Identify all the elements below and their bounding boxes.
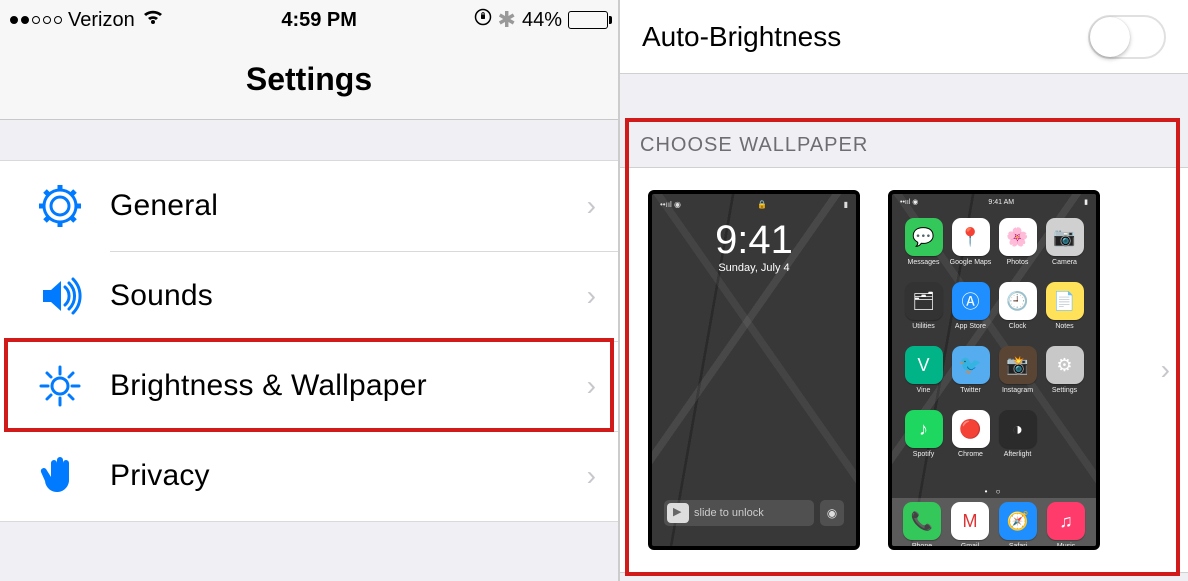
gear-icon — [10, 183, 110, 229]
battery-percent: 44% — [522, 9, 562, 32]
app-icon-gmail: MGmail — [951, 502, 989, 550]
brightness-icon — [10, 363, 110, 409]
auto-brightness-row[interactable]: Auto-Brightness — [620, 0, 1188, 74]
chevron-right-icon: › — [587, 190, 596, 222]
app-icon-settings: ⚙Settings — [1043, 346, 1086, 406]
speaker-icon — [10, 273, 110, 319]
app-icon-vine: VVine — [902, 346, 945, 406]
row-label: Privacy — [110, 459, 587, 493]
row-label: General — [110, 189, 587, 223]
wifi-icon — [141, 8, 165, 32]
app-icon-notes: 📄Notes — [1043, 282, 1086, 342]
settings-row-general[interactable]: General › — [0, 161, 618, 251]
settings-screen: Verizon 4:59 PM ✱ 44% Settings General › — [0, 0, 620, 581]
app-icon-utilities: 🗂Utilities — [902, 282, 945, 342]
settings-row-brightness-wallpaper[interactable]: Brightness & Wallpaper › — [0, 341, 618, 431]
app-icon-afterlight: ◑Afterlight — [996, 410, 1039, 470]
battery-icon — [568, 11, 608, 29]
app-icon-music: ♫Music — [1047, 502, 1085, 550]
chevron-right-icon: › — [587, 460, 596, 492]
auto-brightness-switch[interactable] — [1088, 15, 1166, 59]
page-title: Settings — [0, 40, 618, 120]
app-icon-app-store: ⒶApp Store — [949, 282, 992, 342]
lock-icon: 🔒 — [757, 200, 767, 209]
settings-row-sounds[interactable]: Sounds › — [0, 251, 618, 341]
camera-shortcut-icon: ◉ — [820, 500, 844, 526]
hand-icon — [10, 453, 110, 499]
app-icon-safari: 🧭Safari — [999, 502, 1037, 550]
app-icon-google-maps: 📍Google Maps — [949, 218, 992, 278]
lockscreen-preview: ••ııl ◉ 🔒 ▮ 9:41 Sunday, July 4 slide to… — [648, 190, 860, 550]
status-time: 4:59 PM — [281, 9, 357, 32]
app-icon-camera: 📷Camera — [1043, 218, 1086, 278]
rotation-lock-icon — [474, 8, 492, 32]
settings-row-privacy[interactable]: Privacy › — [0, 431, 618, 521]
row-label: Auto-Brightness — [642, 21, 841, 53]
bluetooth-icon: ✱ — [498, 7, 516, 33]
lock-date: Sunday, July 4 — [652, 262, 856, 274]
brightness-wallpaper-screen: Auto-Brightness CHOOSE WALLPAPER ••ııl ◉… — [620, 0, 1188, 581]
chevron-right-icon: › — [1161, 354, 1170, 386]
app-icon-spotify: ♪Spotify — [902, 410, 945, 470]
carrier-label: Verizon — [68, 9, 135, 32]
battery-icon: ▮ — [1084, 198, 1088, 206]
chevron-right-icon: › — [587, 280, 596, 312]
signal-icon: ••ııl ◉ — [900, 198, 918, 206]
page-dots-icon: • ○ — [892, 487, 1096, 496]
choose-wallpaper-cell[interactable]: ••ııl ◉ 🔒 ▮ 9:41 Sunday, July 4 slide to… — [620, 167, 1188, 573]
section-header-choose-wallpaper: CHOOSE WALLPAPER — [620, 122, 1188, 167]
app-icon-clock: 🕘Clock — [996, 282, 1039, 342]
row-label: Brightness & Wallpaper — [110, 369, 587, 403]
status-bar: Verizon 4:59 PM ✱ 44% — [0, 0, 618, 40]
status-time: 9:41 AM — [988, 199, 1014, 206]
app-icon-photos: 🌸Photos — [996, 218, 1039, 278]
settings-list: General › Sounds › Brightness & Wallpape… — [0, 160, 618, 522]
app-icon-instagram: 📸Instagram — [996, 346, 1039, 406]
app-icon-phone: 📞Phone — [903, 502, 941, 550]
lock-time: 9:41 — [652, 220, 856, 260]
row-label: Sounds — [110, 279, 587, 313]
signal-icon: ••ııl ◉ — [660, 200, 681, 209]
slide-to-unlock: slide to unlock — [664, 500, 814, 526]
app-icon-messages: 💬Messages — [902, 218, 945, 278]
homescreen-preview: ••ııl ◉ 9:41 AM ▮ 💬Messages📍Google Maps🌸… — [888, 190, 1100, 550]
app-icon-twitter: 🐦Twitter — [949, 346, 992, 406]
chevron-right-icon: › — [587, 370, 596, 402]
signal-strength-icon — [10, 16, 62, 24]
battery-icon: ▮ — [844, 200, 848, 209]
app-icon-chrome: 🔴Chrome — [949, 410, 992, 470]
